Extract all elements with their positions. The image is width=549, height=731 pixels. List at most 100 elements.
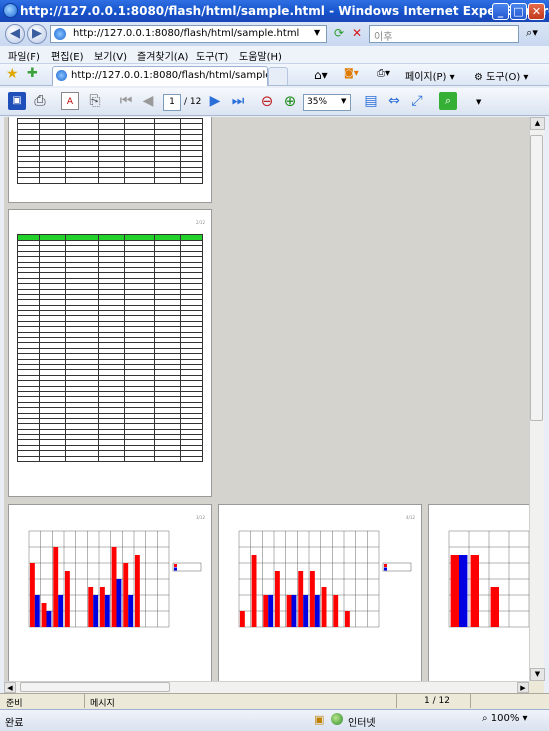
maximize-button[interactable]: □ (510, 3, 527, 20)
bar (268, 595, 274, 627)
close-button[interactable]: ✕ (528, 3, 545, 20)
zoom-level-value: 100% (490, 713, 520, 724)
page-menu-label: 페이지(P) (405, 72, 447, 83)
fit-page-icon[interactable]: ▤ (362, 92, 380, 110)
print-document-icon[interactable]: ⎙ (31, 92, 49, 110)
bar (344, 611, 350, 627)
address-dropdown-icon[interactable]: ▼ (314, 28, 320, 37)
page-setup-icon[interactable]: ⎘ (86, 92, 104, 110)
current-page: 1 (169, 97, 175, 107)
table-cell (98, 455, 126, 463)
zoom-out-icon[interactable]: ⊖ (258, 92, 276, 110)
menu-help[interactable]: 도움말(H) (239, 48, 282, 63)
table-cell (179, 177, 204, 184)
bar (321, 587, 327, 627)
zoom-value: 35% (307, 97, 328, 107)
first-page-icon[interactable]: ⏮ (117, 92, 135, 110)
chart-page-3 (428, 504, 529, 681)
window-title: http://127.0.0.1:8080/flash/html/sample.… (20, 4, 549, 18)
scroll-up-arrow-icon[interactable]: ▲ (530, 117, 545, 130)
bar (263, 595, 269, 627)
bar (123, 563, 129, 627)
chart-page-1: 3/12 (8, 504, 212, 681)
horizontal-scroll-thumb[interactable] (20, 682, 170, 692)
table-cell (124, 455, 155, 463)
export-icon[interactable]: A (61, 92, 79, 110)
bar (53, 547, 59, 627)
bar (111, 547, 117, 627)
status-divider (470, 694, 471, 708)
legend-swatch (384, 567, 387, 571)
scroll-right-arrow-icon[interactable]: ▶ (517, 682, 529, 693)
previous-page-icon[interactable]: ◀ (139, 92, 157, 110)
home-icon[interactable]: ⌂▾ (314, 68, 328, 82)
scroll-down-arrow-icon[interactable]: ▼ (530, 668, 545, 681)
print-icon[interactable]: ⎙▾ (377, 68, 390, 79)
bar-chart-1 (28, 530, 202, 628)
add-favorite-icon[interactable]: ✚ (27, 66, 38, 81)
legend-swatch (174, 567, 177, 571)
bar (490, 587, 499, 627)
stop-icon[interactable]: ✕ (349, 26, 365, 42)
table-cell (39, 177, 67, 184)
refresh-icon[interactable]: ⟳ (331, 26, 347, 42)
favorites-star-icon[interactable]: ★ (6, 66, 19, 82)
bar (58, 595, 64, 627)
table-cell (124, 177, 155, 184)
bar (46, 611, 52, 627)
menu-favorites[interactable]: 즐겨찾기(A) (137, 48, 188, 63)
search-icon[interactable]: ⌕▾ (521, 26, 543, 42)
address-bar[interactable]: http://127.0.0.1:8080/flash/html/sample.… (50, 25, 327, 43)
next-page-icon[interactable]: ▶ (206, 92, 224, 110)
zoom-in-icon[interactable]: ⊕ (281, 92, 299, 110)
new-tab-button[interactable] (268, 67, 288, 85)
document-viewport[interactable]: 2/12 3/12 4/12 (4, 117, 529, 681)
bar (128, 595, 134, 627)
find-icon[interactable]: ⌕ (439, 92, 457, 110)
fit-width-icon[interactable]: ⇔ (385, 92, 403, 110)
table-cell (179, 455, 204, 463)
bar (309, 571, 315, 627)
last-page-icon[interactable]: ⏭ (229, 92, 247, 110)
table-cell (65, 455, 100, 463)
legend-box (172, 562, 202, 572)
page-number-input[interactable]: 1 (163, 94, 181, 111)
security-icon: ▣ (314, 713, 325, 726)
bar (88, 587, 94, 627)
bar (314, 595, 320, 627)
menu-view[interactable]: 보기(V) (94, 48, 127, 63)
zoom-level[interactable]: ⌕ 100% ▾ (482, 713, 528, 724)
full-screen-icon[interactable]: ⤢ (408, 92, 426, 110)
internet-zone-icon (331, 713, 343, 725)
minimize-button[interactable]: _ (492, 3, 509, 20)
url-text: http://127.0.0.1:8080/flash/html/sample.… (73, 28, 300, 39)
save-icon[interactable]: ▣ (8, 92, 26, 110)
browser-tab[interactable]: http://127.0.0.1:8080/flash/html/sample.… (52, 66, 268, 86)
tab-title: http://127.0.0.1:8080/flash/html/sample.… (71, 70, 267, 81)
bar (99, 587, 105, 627)
status-done: 완료 (5, 718, 24, 729)
bar (298, 571, 304, 627)
vertical-scroll-thumb[interactable] (530, 135, 543, 421)
menu-edit[interactable]: 편집(E) (51, 48, 84, 63)
zoom-dropdown-icon[interactable]: ▼ (341, 97, 346, 105)
menu-tools[interactable]: 도구(T) (196, 48, 228, 63)
forward-button[interactable]: ▶ (27, 24, 47, 44)
tools-menu-label: 도구(O) (486, 72, 521, 83)
bar-chart-2 (238, 530, 412, 628)
bar (459, 555, 468, 627)
back-button[interactable]: ◀ (5, 24, 25, 44)
menu-file[interactable]: 파일(F) (8, 48, 40, 63)
toolbar-options-icon[interactable]: ▼ (476, 98, 481, 106)
bar (93, 595, 99, 627)
search-input[interactable]: 이후 (369, 25, 519, 43)
page-menu[interactable]: 페이지(P) ▾ (405, 68, 455, 83)
window-title-bar: http://127.0.0.1:8080/flash/html/sample.… (0, 0, 549, 22)
total-pages: / 12 (184, 97, 202, 107)
table-cell (65, 177, 100, 184)
scroll-left-arrow-icon[interactable]: ◀ (4, 682, 16, 693)
tools-menu[interactable]: ⚙ 도구(O) ▾ (474, 68, 528, 83)
bar (291, 595, 297, 627)
bar (64, 571, 70, 627)
feeds-icon[interactable]: ◙▾ (344, 68, 359, 79)
